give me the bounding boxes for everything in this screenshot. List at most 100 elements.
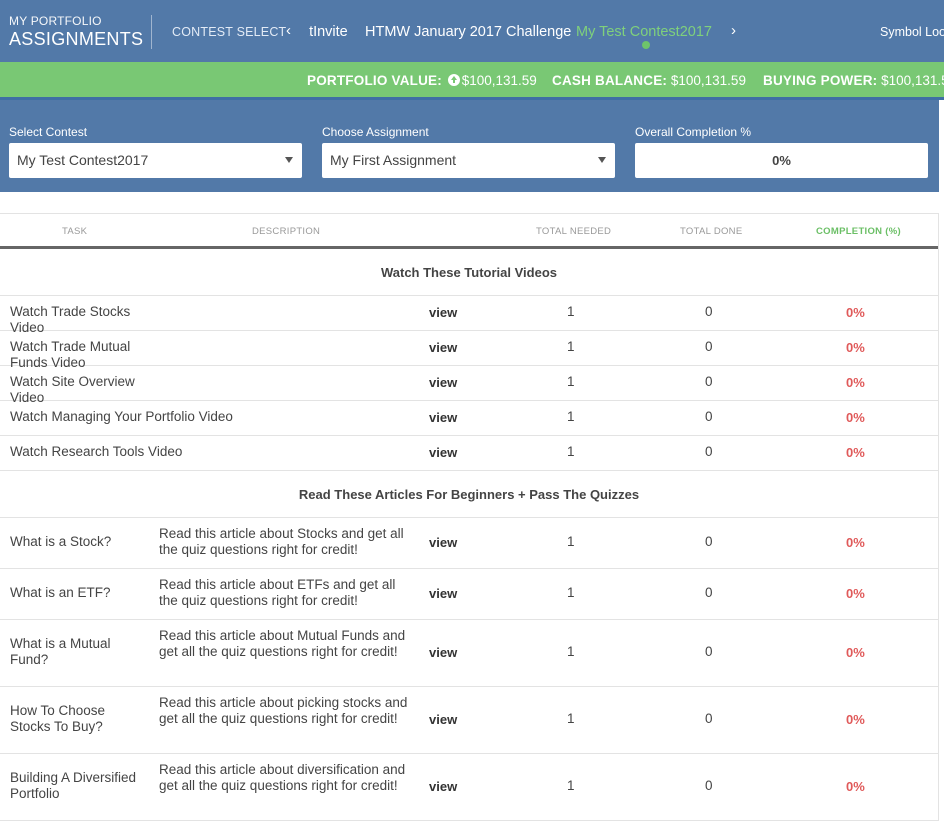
caret-down-icon bbox=[598, 157, 606, 163]
choose-assignment-label: Choose Assignment bbox=[322, 125, 429, 139]
view-link[interactable]: view bbox=[429, 445, 457, 460]
completion-percent: 0% bbox=[846, 445, 865, 460]
section-header: Read These Articles For Beginners + Pass… bbox=[0, 471, 938, 518]
buying-power-value: $100,131.59 bbox=[881, 73, 944, 88]
completion-percent: 0% bbox=[846, 586, 865, 601]
table-row: Watch Research Tools Video view 1 0 0% bbox=[0, 436, 938, 471]
symbol-lookup-link[interactable]: Symbol Loo bbox=[880, 25, 944, 39]
cash-balance-value: $100,131.59 bbox=[670, 73, 746, 88]
total-done: 0 bbox=[705, 711, 713, 726]
column-header-task[interactable]: TASK bbox=[62, 226, 87, 237]
completion-percent: 0% bbox=[846, 340, 865, 355]
total-needed: 1 bbox=[567, 711, 575, 726]
contest-dropdown[interactable]: My Test Contest2017 bbox=[9, 143, 302, 178]
view-link[interactable]: view bbox=[429, 586, 457, 601]
task-name: Watch Managing Your Portfolio Video bbox=[10, 409, 233, 424]
total-done: 0 bbox=[705, 644, 713, 659]
view-link[interactable]: view bbox=[429, 375, 457, 390]
assignment-table: TASK DESCRIPTION TOTAL NEEDED TOTAL DONE… bbox=[0, 213, 939, 821]
caret-down-icon bbox=[285, 157, 293, 163]
overall-completion-field: 0% bbox=[635, 143, 928, 178]
divider bbox=[151, 15, 152, 49]
cash-balance-label: CASH BALANCE: bbox=[552, 73, 668, 88]
total-done: 0 bbox=[705, 778, 713, 793]
table-row: What is a Mutual Fund? Read this article… bbox=[0, 620, 938, 687]
chevron-left-icon[interactable]: ‹ bbox=[286, 22, 291, 39]
column-header-total-needed[interactable]: TOTAL NEEDED bbox=[536, 226, 611, 237]
task-description: Read this article about ETFs and get all… bbox=[159, 577, 396, 608]
chevron-right-icon[interactable]: › bbox=[731, 22, 736, 39]
total-done: 0 bbox=[705, 409, 713, 424]
task-name: What is an ETF? bbox=[10, 585, 111, 600]
table-header: TASK DESCRIPTION TOTAL NEEDED TOTAL DONE… bbox=[0, 213, 938, 249]
view-link[interactable]: view bbox=[429, 305, 457, 320]
arrow-up-circle-icon bbox=[447, 74, 460, 86]
assignment-dropdown[interactable]: My First Assignment bbox=[322, 143, 615, 178]
table-row: Watch Trade Stocks Video view 1 0 0% bbox=[0, 296, 938, 335]
table-row: Building A Diversified Portfolio Read th… bbox=[0, 754, 938, 821]
view-link[interactable]: view bbox=[429, 410, 457, 425]
completion-percent: 0% bbox=[846, 375, 865, 390]
page-subtitle: MY PORTFOLIO bbox=[9, 14, 102, 28]
total-done: 0 bbox=[705, 374, 713, 389]
table-row: What is an ETF? Read this article about … bbox=[0, 569, 938, 620]
buying-power-stat: BUYING POWER: $100,131.59 bbox=[763, 73, 944, 88]
task-name: What is a Mutual Fund? bbox=[10, 636, 111, 667]
select-contest-label: Select Contest bbox=[9, 125, 88, 139]
task-description: Read this article about Stocks and get a… bbox=[159, 526, 404, 557]
completion-percent: 0% bbox=[846, 712, 865, 727]
section-header: Watch These Tutorial Videos bbox=[0, 249, 938, 296]
completion-percent: 0% bbox=[846, 410, 865, 425]
view-link[interactable]: view bbox=[429, 645, 457, 660]
total-done: 0 bbox=[705, 585, 713, 600]
table-row: How To Choose Stocks To Buy? Read this a… bbox=[0, 687, 938, 754]
total-needed: 1 bbox=[567, 534, 575, 549]
brand: MY PORTFOLIO ASSIGNMENTS bbox=[9, 14, 143, 50]
active-indicator-dot bbox=[642, 41, 650, 49]
task-name: Watch Research Tools Video bbox=[10, 444, 183, 459]
view-link[interactable]: view bbox=[429, 340, 457, 355]
view-link[interactable]: view bbox=[429, 535, 457, 550]
contest-item[interactable]: HTMW January 2017 Challenge bbox=[365, 24, 571, 40]
task-description: Read this article about diversification … bbox=[159, 762, 406, 793]
column-header-completion[interactable]: COMPLETION (%) bbox=[816, 226, 901, 237]
contest-item-active[interactable]: My Test Contest2017 bbox=[576, 24, 712, 40]
table-row: Watch Trade Mutual Funds Video view 1 0 … bbox=[0, 331, 938, 370]
total-needed: 1 bbox=[567, 444, 575, 459]
task-description: Read this article about Mutual Funds and… bbox=[159, 628, 406, 659]
total-done: 0 bbox=[705, 534, 713, 549]
total-needed: 1 bbox=[567, 409, 575, 424]
total-needed: 1 bbox=[567, 339, 575, 354]
cash-balance-stat: CASH BALANCE: $100,131.59 bbox=[552, 73, 746, 88]
table-row: Watch Managing Your Portfolio Video view… bbox=[0, 401, 938, 436]
portfolio-value-label: PORTFOLIO VALUE: bbox=[307, 73, 442, 88]
task-name: Building A Diversified Portfolio bbox=[10, 770, 137, 801]
overall-completion-label: Overall Completion % bbox=[635, 125, 752, 139]
view-link[interactable]: view bbox=[429, 779, 457, 794]
column-header-description[interactable]: DESCRIPTION bbox=[252, 226, 320, 237]
total-done: 0 bbox=[705, 339, 713, 354]
total-done: 0 bbox=[705, 444, 713, 459]
total-needed: 1 bbox=[567, 374, 575, 389]
view-link[interactable]: view bbox=[429, 712, 457, 727]
contest-select-label: CONTEST SELECT bbox=[172, 25, 287, 39]
buying-power-label: BUYING POWER: bbox=[763, 73, 878, 88]
page-title: ASSIGNMENTS bbox=[9, 29, 144, 49]
contest-dropdown-value: My Test Contest2017 bbox=[17, 152, 149, 168]
total-needed: 1 bbox=[567, 304, 575, 319]
total-needed: 1 bbox=[567, 778, 575, 793]
task-name: What is a Stock? bbox=[10, 534, 112, 549]
portfolio-stats-bar: PORTFOLIO VALUE: $100,131.59 CASH BALANC… bbox=[0, 62, 944, 100]
total-needed: 1 bbox=[567, 585, 575, 600]
contest-item[interactable]: atInvite bbox=[309, 24, 351, 40]
task-name: How To Choose Stocks To Buy? bbox=[10, 703, 106, 734]
column-header-total-done[interactable]: TOTAL DONE bbox=[680, 226, 742, 237]
top-nav: MY PORTFOLIO ASSIGNMENTS CONTEST SELECT … bbox=[0, 0, 944, 62]
table-row: Watch Site Overview Video view 1 0 0% bbox=[0, 366, 938, 405]
completion-percent: 0% bbox=[846, 779, 865, 794]
completion-percent: 0% bbox=[846, 645, 865, 660]
filter-panel: Select Contest My Test Contest2017 Choos… bbox=[0, 100, 939, 192]
total-done: 0 bbox=[705, 304, 713, 319]
table-row: What is a Stock? Read this article about… bbox=[0, 518, 938, 569]
portfolio-value: $100,131.59 bbox=[461, 73, 537, 88]
